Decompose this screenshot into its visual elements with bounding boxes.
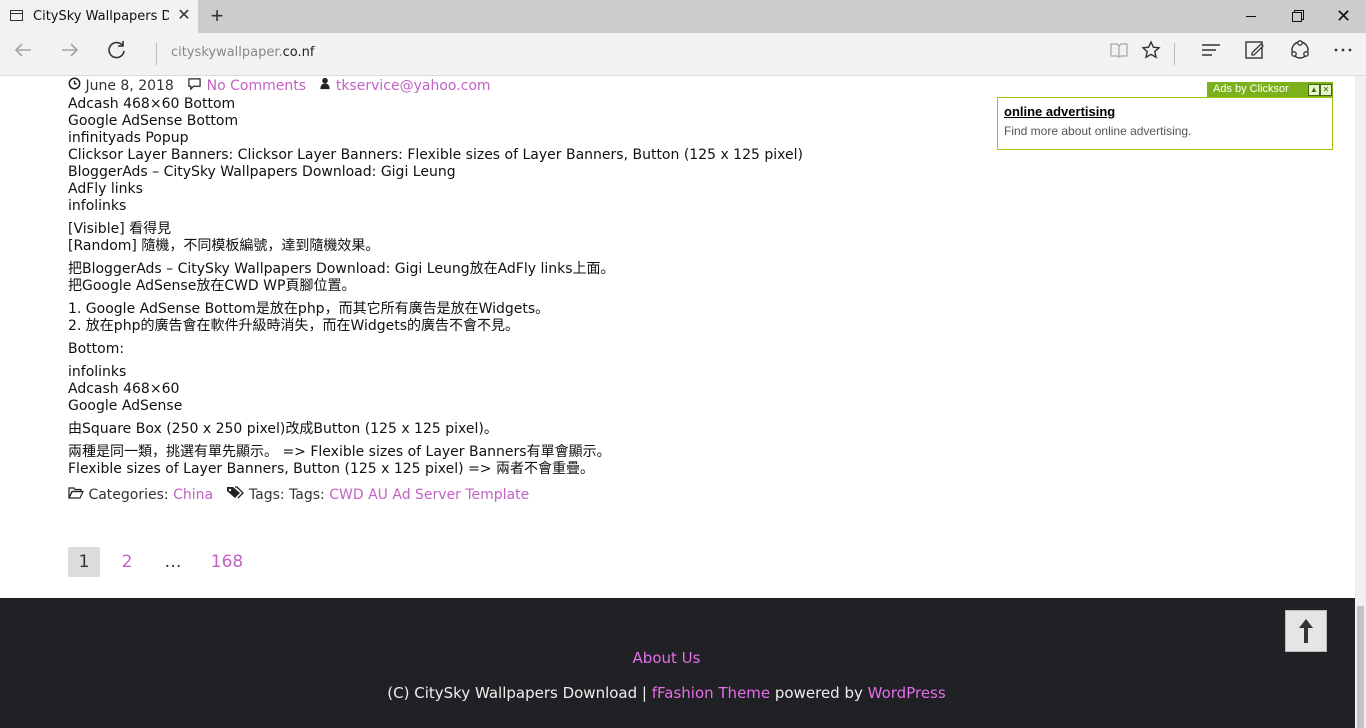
list-item: Google AdSense <box>68 398 183 414</box>
paragraph-line: 把BloggerAds – CitySky Wallpapers Downloa… <box>68 261 615 277</box>
move-notes: 把BloggerAds – CitySky Wallpapers Downloa… <box>68 261 968 295</box>
list-item: BloggerAds – CitySky Wallpapers Download… <box>68 164 456 180</box>
about-us-link[interactable]: About Us <box>0 649 1333 667</box>
address-domain: co.nf <box>282 45 315 60</box>
clock-icon <box>68 76 81 96</box>
tags-icon <box>226 486 245 504</box>
restore-button[interactable] <box>1274 0 1320 33</box>
hub-icon[interactable] <box>1196 39 1226 69</box>
page-current: 1 <box>68 547 100 577</box>
address-prefix: cityskywallpaper. <box>171 45 283 60</box>
list-item: AdFly links <box>68 181 143 197</box>
paragraph-line: Flexible sizes of Layer Banners, Button … <box>68 461 594 477</box>
back-to-top-button[interactable] <box>1285 610 1327 652</box>
toolbar-separator <box>1174 43 1175 65</box>
author-link[interactable]: tkservice@yahoo.com <box>336 78 491 94</box>
ad-tag-bar: Ads by Clicksor ▲ ✕ <box>1207 82 1333 97</box>
ad-list-1: Adcash 468×60 Bottom Google AdSense Bott… <box>68 96 968 215</box>
list-item: Adcash 468×60 Bottom <box>68 96 236 112</box>
post-taxonomy: Categories: China Tags: Tags: CWD AU Ad … <box>68 486 968 504</box>
page-icon <box>10 10 23 21</box>
close-tab-icon[interactable]: ✕ <box>176 7 192 25</box>
scrollbar-thumb[interactable] <box>1357 606 1364 728</box>
page-viewport: June 8, 2018 No Comments tkservice@yahoo… <box>0 76 1355 728</box>
paragraph-line: 由Square Box (250 x 250 pixel)改成Button (1… <box>68 421 498 437</box>
category-link[interactable]: China <box>173 487 213 503</box>
site-footer: About Us (C) CitySky Wallpapers Download… <box>0 598 1355 728</box>
back-icon[interactable] <box>7 39 39 69</box>
ad-tag-label[interactable]: Ads by Clicksor <box>1213 82 1289 96</box>
post-date: June 8, 2018 <box>85 78 174 94</box>
minimize-button[interactable] <box>1228 0 1274 33</box>
close-window-button[interactable]: ✕ <box>1320 0 1366 33</box>
forward-icon[interactable] <box>54 39 86 69</box>
text-ad-box[interactable]: online advertising Find more about onlin… <box>997 97 1333 150</box>
bottom-label: Bottom: <box>68 341 125 357</box>
new-tab-button[interactable]: + <box>207 4 227 28</box>
paragraph-line: [Visible] 看得見 <box>68 221 172 237</box>
tab-bar: CitySky Wallpapers Download ✕ + ✕ <box>0 0 1366 33</box>
ad-close-icon[interactable]: ✕ <box>1320 84 1332 96</box>
ad-description: Find more about online advertising. <box>1004 124 1192 138</box>
refresh-icon[interactable] <box>101 39 133 69</box>
tag-link[interactable]: CWD AU Ad Server Template <box>329 487 529 503</box>
reading-view-icon[interactable] <box>1104 39 1134 69</box>
numbered-notes: 1. Google AdSense Bottom是放在php，而其它所有廣告是放… <box>68 301 968 335</box>
ad-list-2: infolinks Adcash 468×60 Google AdSense <box>68 364 968 415</box>
list-item: Adcash 468×60 <box>68 381 180 397</box>
arrow-up-icon <box>1299 619 1313 643</box>
comments-link[interactable]: No Comments <box>207 78 306 94</box>
list-item: infolinks <box>68 364 127 380</box>
paragraph-line: 兩種是同一類，挑選有單先顯示。 => Flexible sizes of Lay… <box>68 444 611 460</box>
theme-link[interactable]: fFashion Theme <box>652 684 770 702</box>
tab-active[interactable]: CitySky Wallpapers Download ✕ <box>0 0 198 33</box>
footer-copyright: (C) CitySky Wallpapers Download | fFashi… <box>0 684 1333 702</box>
list-item: Google AdSense Bottom <box>68 113 239 129</box>
page-ellipsis: … <box>164 552 182 572</box>
paragraph-line: 2. 放在php的廣告會在軟件升級時消失，而在Widgets的廣告不會不見。 <box>68 318 520 334</box>
comment-icon <box>187 76 202 96</box>
categories-label: Categories: <box>88 487 169 503</box>
wordpress-link[interactable]: WordPress <box>868 684 946 702</box>
post-meta: June 8, 2018 No Comments tkservice@yahoo… <box>68 76 968 96</box>
nav-bar: cityskywallpaper.co.nf <box>0 33 1366 76</box>
favorite-star-icon[interactable] <box>1136 39 1166 69</box>
page-scrollbar[interactable] <box>1355 76 1366 728</box>
address-bar[interactable]: cityskywallpaper.co.nf <box>171 45 314 60</box>
copyright-text: (C) CitySky Wallpapers Download | <box>387 684 652 702</box>
overlap-notes: 兩種是同一類，挑選有單先顯示。 => Flexible sizes of Lay… <box>68 444 968 478</box>
list-item: infinityads Popup <box>68 130 189 146</box>
share-icon[interactable] <box>1285 39 1315 69</box>
powered-text: powered by <box>770 684 868 702</box>
more-icon[interactable] <box>1328 39 1358 69</box>
list-item: Clicksor Layer Banners: Clicksor Layer B… <box>68 147 803 163</box>
post-article: June 8, 2018 No Comments tkservice@yahoo… <box>68 76 968 504</box>
visibility-notes: [Visible] 看得見 [Random] 隨機，不同模板編號，達到隨機效果。 <box>68 221 968 255</box>
paragraph-line: [Random] 隨機，不同模板編號，達到隨機效果。 <box>68 238 380 254</box>
list-item: infolinks <box>68 198 127 214</box>
paragraph-line: 把Google AdSense放在CWD WP頁腳位置。 <box>68 278 356 294</box>
tab-title: CitySky Wallpapers Download <box>33 9 169 24</box>
ad-title-link[interactable]: online advertising <box>1004 104 1115 119</box>
paragraph-line: 1. Google AdSense Bottom是放在php，而其它所有廣告是放… <box>68 301 550 317</box>
page-link-2[interactable]: 2 <box>112 547 142 577</box>
web-note-icon[interactable] <box>1240 39 1270 69</box>
ad-expand-icon[interactable]: ▲ <box>1308 84 1320 96</box>
address-separator <box>156 43 157 65</box>
page-link-last[interactable]: 168 <box>204 547 250 577</box>
user-icon <box>319 76 331 96</box>
tags-label: Tags: Tags: <box>248 487 325 503</box>
folder-open-icon <box>68 486 84 504</box>
